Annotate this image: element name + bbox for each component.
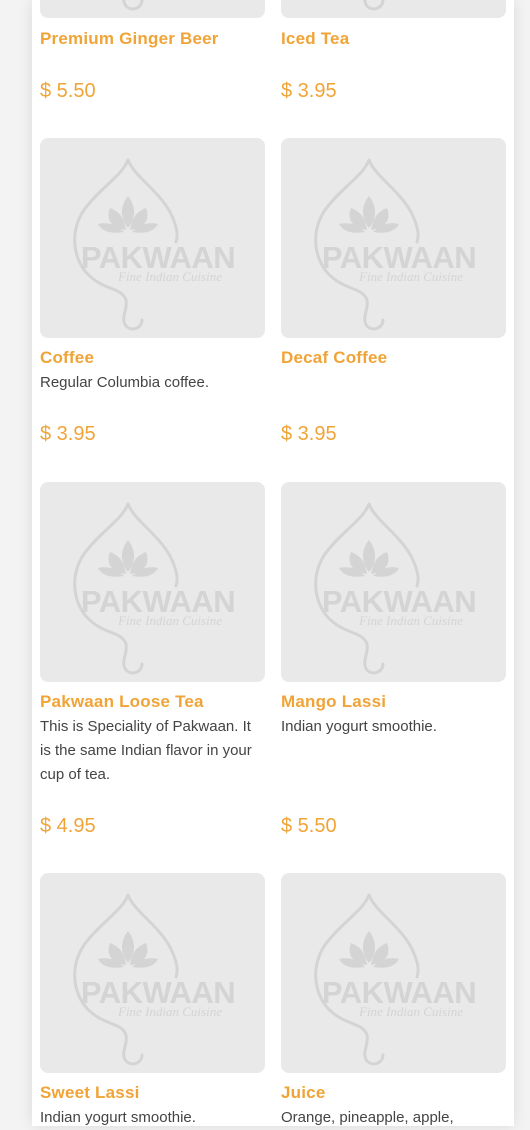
pakwaan-logo: PAKWAANFine Indian Cuisine [314, 893, 477, 1066]
menu-item-image[interactable]: PAKWAANFine Indian Cuisine [40, 482, 265, 682]
svg-text:Fine Indian Cuisine: Fine Indian Cuisine [358, 269, 463, 284]
pakwaan-logo: PAKWAANFine Indian Cuisine [314, 502, 477, 675]
pakwaan-logo: PAKWAANFine Indian Cuisine [73, 502, 236, 675]
menu-item-card[interactable]: PAKWAAN Fine Indian Cuisine Juice Orange,… [281, 873, 506, 1126]
menu-item-card[interactable]: PAKWAANFine Indian Cuisine Premium Ginge… [40, 0, 265, 130]
menu-item-description: Orange, pineapple, apple, [281, 1109, 454, 1126]
menu-item-image[interactable]: PAKWAANFine Indian Cuisine [281, 0, 506, 18]
menu-item-image[interactable]: PAKWAANFine Indian Cuisine [40, 0, 265, 18]
menu-item-image[interactable]: PAKWAANFine Indian Cuisine [40, 873, 265, 1073]
menu-item-name[interactable]: Sweet Lassi [40, 1082, 265, 1104]
menu-item-card[interactable]: PAKWAAN Fine Indian Cuisine Sweet Lassi I… [40, 873, 265, 1126]
menu-item-name[interactable]: Coffee [40, 347, 265, 369]
menu-item-description: Indian yogurt smoothie. [281, 718, 437, 735]
menu-item-image[interactable]: PAKWAANFine Indian Cuisine [281, 873, 506, 1073]
menu-item-name[interactable]: Decaf Coffee [281, 347, 506, 369]
menu-item-card[interactable]: PAKWAAN Fine Indian Cuisine Mango Lassi I… [281, 482, 506, 862]
menu-item-name[interactable]: Mango Lassi [281, 691, 506, 713]
menu-item-description: This is Speciality of Pakwaan. It is the… [40, 718, 252, 783]
pakwaan-logo: PAKWAANFine Indian Cuisine [73, 158, 236, 331]
menu-item-description: Indian yogurt smoothie. [40, 1109, 196, 1126]
menu-item-price: $ 5.50 [281, 815, 337, 837]
menu-item-price: $ 3.95 [281, 80, 337, 102]
pakwaan-logo: PAKWAANFine Indian Cuisine [314, 158, 477, 331]
menu-item-card[interactable]: PAKWAAN Fine Indian Cuisine Decaf Coffee … [281, 138, 506, 468]
menu-item-price: $ 4.95 [40, 815, 96, 837]
pakwaan-logo: PAKWAANFine Indian Cuisine [73, 893, 236, 1066]
menu-item-description: Regular Columbia coffee. [40, 374, 209, 391]
svg-text:Fine Indian Cuisine: Fine Indian Cuisine [358, 613, 463, 628]
pakwaan-logo: PAKWAANFine Indian Cuisine [363, 0, 385, 11]
menu-item-card[interactable]: PAKWAANFine Indian Cuisine Iced Tea $ 3.… [281, 0, 506, 130]
menu-item-image[interactable]: PAKWAANFine Indian Cuisine [281, 138, 506, 338]
svg-text:Fine Indian Cuisine: Fine Indian Cuisine [358, 1004, 463, 1019]
pakwaan-logo: PAKWAANFine Indian Cuisine [122, 0, 144, 11]
svg-text:Fine Indian Cuisine: Fine Indian Cuisine [117, 613, 222, 628]
menu-item-price: $ 3.95 [281, 423, 337, 445]
menu-item-name[interactable]: Premium Ginger Beer [40, 28, 265, 50]
menu-item-name[interactable]: Iced Tea [281, 28, 506, 50]
menu-item-card[interactable]: PAKWAAN Fine Indian Cuisine Coffee Regula… [40, 138, 265, 468]
svg-text:Fine Indian Cuisine: Fine Indian Cuisine [117, 1004, 222, 1019]
menu-item-price: $ 5.50 [40, 80, 96, 102]
menu-item-price: $ 3.95 [40, 423, 96, 445]
menu-item-name[interactable]: Juice [281, 1082, 506, 1104]
svg-text:Fine Indian Cuisine: Fine Indian Cuisine [117, 269, 222, 284]
menu-item-card[interactable]: PAKWAAN Fine Indian Cuisine Pakwaan Loose… [40, 482, 265, 862]
menu-item-name[interactable]: Pakwaan Loose Tea [40, 691, 265, 713]
menu-item-image[interactable]: PAKWAANFine Indian Cuisine [281, 482, 506, 682]
menu-item-image[interactable]: PAKWAANFine Indian Cuisine [40, 138, 265, 338]
